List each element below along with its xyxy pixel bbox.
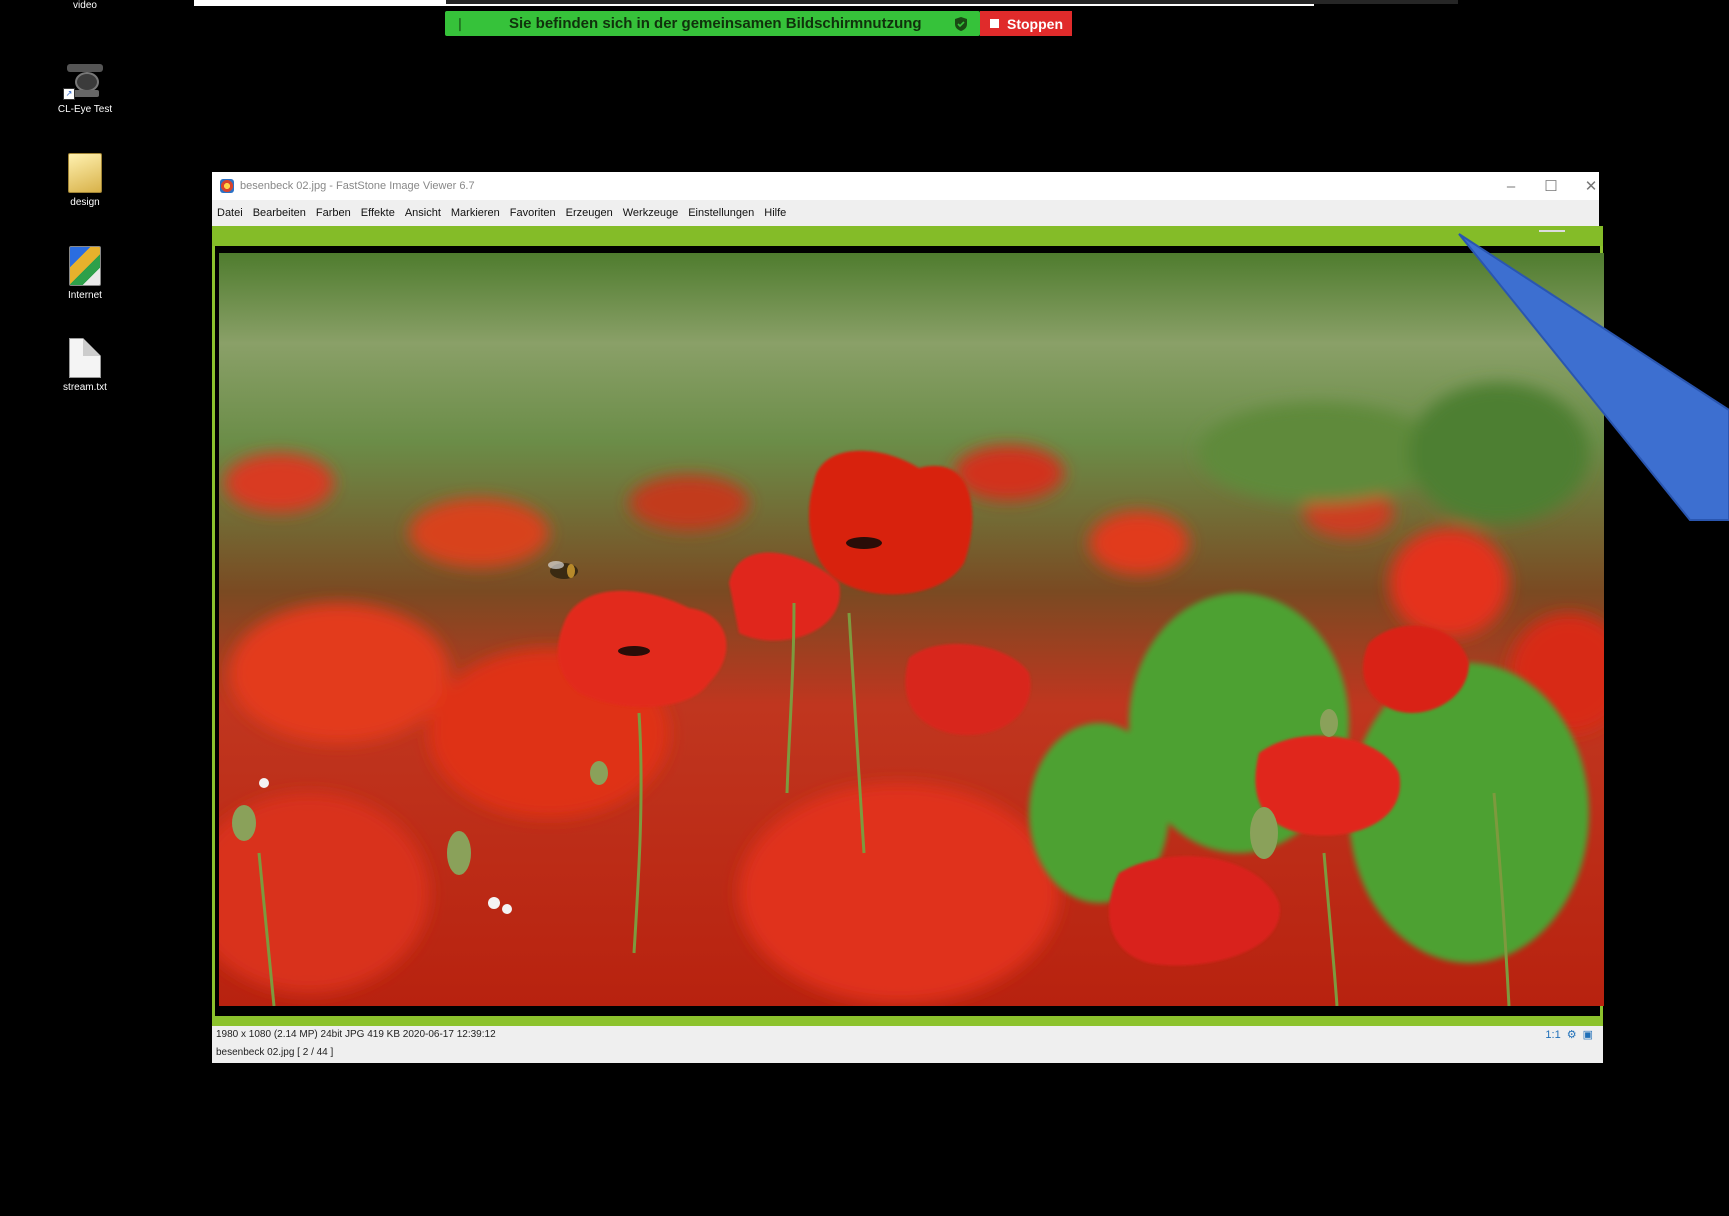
status-bar: 1980 x 1080 (2.14 MP) 24bit JPG 419 KB 2… bbox=[212, 1026, 1603, 1063]
desktop-icon-cl-eye-test[interactable]: ↗ CL-Eye Test bbox=[40, 60, 130, 115]
text-file-icon bbox=[69, 338, 101, 378]
desktop-icon-video[interactable]: video bbox=[40, 0, 130, 11]
zoom-actual-size-button[interactable]: 1:1 bbox=[1545, 1029, 1560, 1041]
minimize-icon: – bbox=[1506, 177, 1516, 195]
desktop-icon-label: design bbox=[70, 197, 100, 208]
menu-bearbeiten[interactable]: Bearbeiten bbox=[248, 207, 311, 219]
screen-share-banner: ❘ Sie befinden sich in der gemeinsamen B… bbox=[445, 11, 980, 36]
minimize-button[interactable]: – bbox=[1491, 172, 1531, 200]
desktop-icon-label: video bbox=[73, 0, 97, 11]
screen-share-message: Sie befinden sich in der gemeinsamen Bil… bbox=[509, 15, 922, 32]
webcam-icon: ↗ bbox=[63, 60, 105, 100]
image-viewport[interactable] bbox=[212, 246, 1604, 1026]
menu-farben[interactable]: Farben bbox=[311, 207, 356, 219]
menu-markieren[interactable]: Markieren bbox=[446, 207, 505, 219]
desktop-icon-internet[interactable]: Internet bbox=[40, 246, 130, 301]
close-icon: ✕ bbox=[1584, 178, 1598, 195]
faststone-app-icon bbox=[220, 179, 234, 193]
file-position: besenbeck 02.jpg [ 2 / 44 ] bbox=[216, 1047, 334, 1058]
status-tools: 1:1 ⚙ ▣ bbox=[1545, 1028, 1593, 1042]
fit-window-icon[interactable]: ▣ bbox=[1583, 1028, 1593, 1041]
shield-icon bbox=[955, 16, 967, 31]
stop-icon bbox=[990, 19, 999, 28]
menu-effekte[interactable]: Effekte bbox=[356, 207, 400, 219]
background-window-bar bbox=[446, 0, 1458, 4]
menu-bar: Datei Bearbeiten Farben Effekte Ansicht … bbox=[212, 200, 1599, 226]
menu-hilfe[interactable]: Hilfe bbox=[759, 207, 791, 219]
desktop-icon-label: Internet bbox=[68, 290, 102, 301]
folder-icon bbox=[68, 153, 102, 193]
stop-sharing-label: Stoppen bbox=[1007, 15, 1063, 32]
desktop-icon-design[interactable]: design bbox=[40, 153, 130, 208]
toolbar-handle[interactable] bbox=[1539, 230, 1565, 232]
internet-shortcut-icon bbox=[69, 246, 101, 286]
image-viewer-window: besenbeck 02.jpg - FastStone Image Viewe… bbox=[212, 172, 1604, 1063]
background-window-edge bbox=[194, 0, 1458, 6]
desktop-icon-label: CL-Eye Test bbox=[57, 104, 113, 115]
poppy-field-photo bbox=[219, 253, 1604, 1006]
menu-erzeugen[interactable]: Erzeugen bbox=[561, 207, 618, 219]
window-title: besenbeck 02.jpg - FastStone Image Viewe… bbox=[240, 180, 475, 192]
stop-sharing-button[interactable]: Stoppen bbox=[980, 11, 1072, 36]
desktop-icon-label: stream.txt bbox=[63, 382, 107, 393]
pin-icon[interactable]: ❘ bbox=[445, 16, 475, 32]
toolbar-strip[interactable] bbox=[212, 226, 1603, 246]
image-info: 1980 x 1080 (2.14 MP) 24bit JPG 419 KB 2… bbox=[216, 1029, 496, 1040]
menu-werkzeuge[interactable]: Werkzeuge bbox=[618, 207, 683, 219]
window-titlebar[interactable]: besenbeck 02.jpg - FastStone Image Viewe… bbox=[212, 172, 1599, 200]
desktop-icon-stream-txt[interactable]: stream.txt bbox=[40, 338, 130, 393]
menu-datei[interactable]: Datei bbox=[212, 207, 248, 219]
menu-favoriten[interactable]: Favoriten bbox=[505, 207, 561, 219]
maximize-button[interactable]: ☐ bbox=[1531, 172, 1571, 200]
image-frame bbox=[215, 246, 1604, 1016]
menu-ansicht[interactable]: Ansicht bbox=[400, 207, 446, 219]
settings-gear-icon[interactable]: ⚙ bbox=[1567, 1028, 1577, 1041]
close-button[interactable]: ✕ bbox=[1571, 172, 1611, 200]
menu-einstellungen[interactable]: Einstellungen bbox=[683, 207, 759, 219]
maximize-icon: ☐ bbox=[1544, 178, 1558, 195]
